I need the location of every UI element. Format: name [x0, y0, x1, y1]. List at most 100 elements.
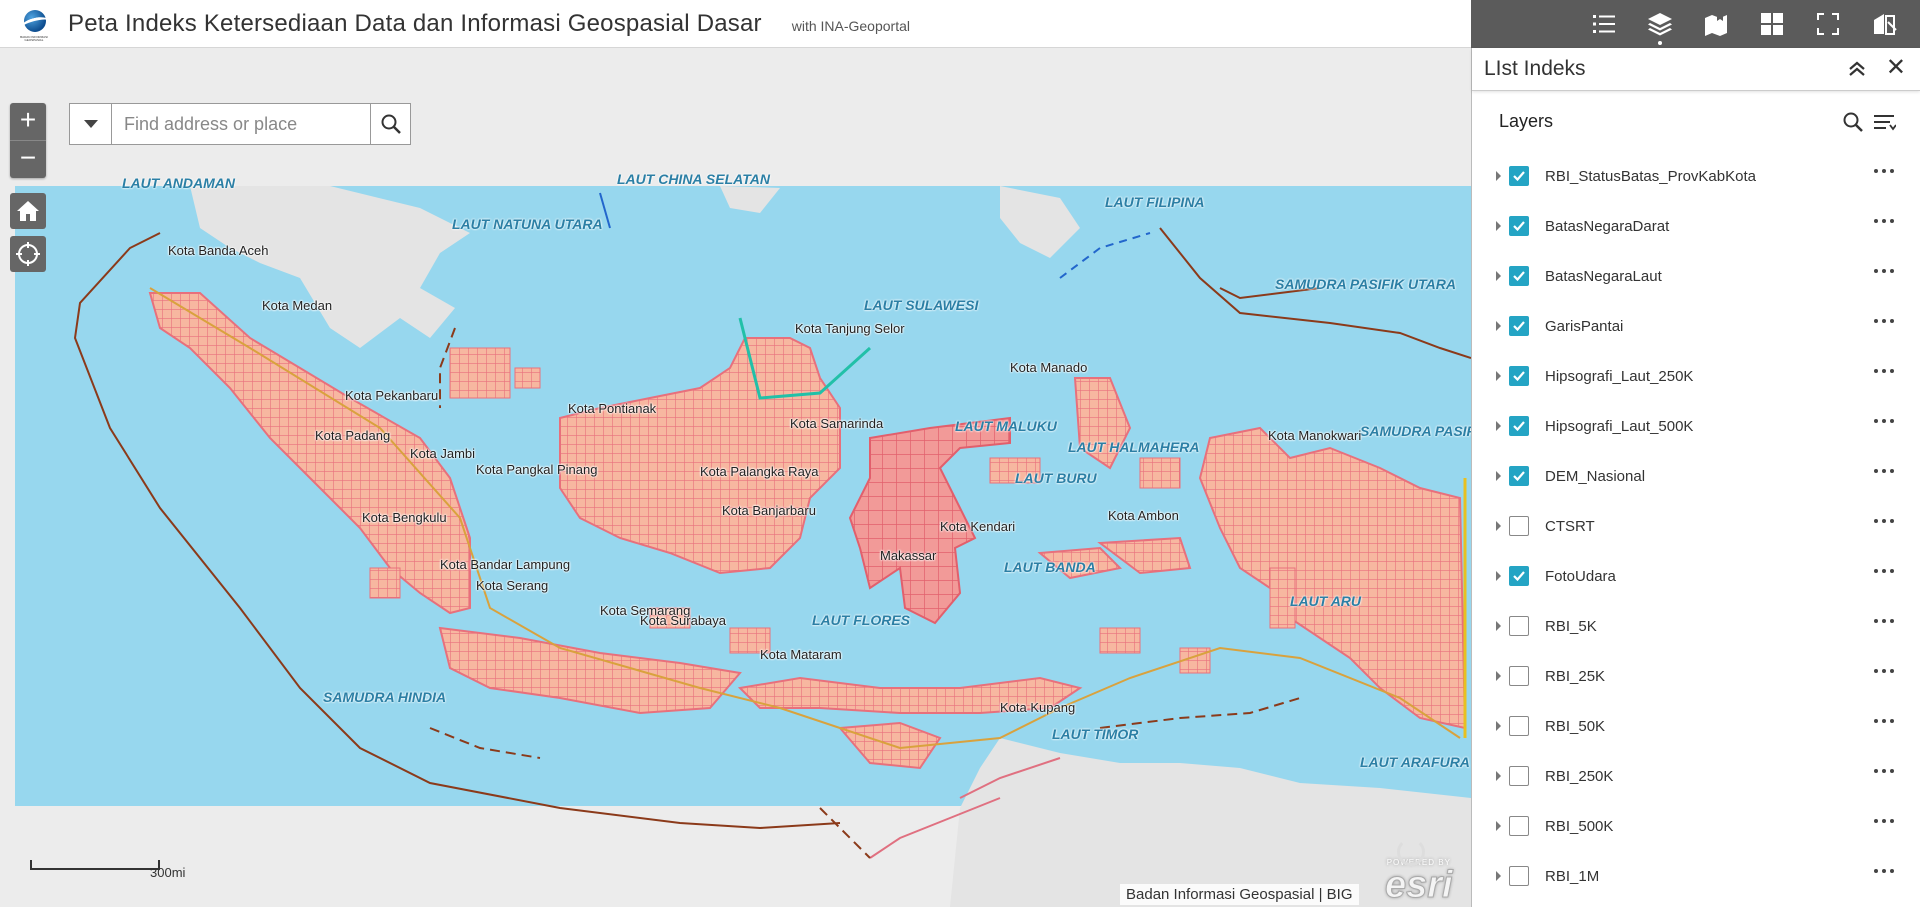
- more-options-icon[interactable]: [1874, 169, 1894, 173]
- layer-visibility-checkbox[interactable]: [1509, 316, 1529, 336]
- expand-caret-icon[interactable]: [1496, 221, 1501, 231]
- expand-caret-icon[interactable]: [1496, 421, 1501, 431]
- layer-visibility-checkbox[interactable]: [1509, 666, 1529, 686]
- more-options-icon[interactable]: [1874, 619, 1894, 623]
- layer-visibility-checkbox[interactable]: [1509, 566, 1529, 586]
- search-button[interactable]: [370, 104, 410, 144]
- layer-name: RBI_50K: [1545, 717, 1606, 735]
- search-source-dropdown[interactable]: [70, 104, 112, 144]
- expand-caret-icon[interactable]: [1496, 771, 1501, 781]
- layer-item[interactable]: RBI_50K: [1472, 701, 1920, 751]
- layer-visibility-checkbox[interactable]: [1509, 466, 1529, 486]
- more-options-icon[interactable]: [1874, 469, 1894, 473]
- layer-visibility-checkbox[interactable]: [1509, 366, 1529, 386]
- more-options-icon[interactable]: [1874, 819, 1894, 823]
- layer-visibility-checkbox[interactable]: [1509, 616, 1529, 636]
- ocean-label: LAUT SULAWESI: [864, 297, 979, 313]
- legend-list-button[interactable]: [1576, 0, 1632, 48]
- expand-caret-icon[interactable]: [1496, 621, 1501, 631]
- layer-name: RBI_500K: [1545, 817, 1614, 835]
- layer-name: RBI_5K: [1545, 617, 1597, 635]
- layer-item[interactable]: RBI_25K: [1472, 651, 1920, 701]
- layer-item[interactable]: GarisPantai: [1472, 301, 1920, 351]
- layer-item[interactable]: CTSRT: [1472, 501, 1920, 551]
- zoom-out-button[interactable]: −: [10, 141, 46, 178]
- layer-item[interactable]: Hipsografi_Laut_500K: [1472, 401, 1920, 451]
- layer-visibility-checkbox[interactable]: [1509, 166, 1529, 186]
- city-label: Kota Pekanbaru: [345, 388, 439, 403]
- expand-caret-icon[interactable]: [1496, 321, 1501, 331]
- ocean-label: LAUT ARAFURA: [1360, 754, 1470, 770]
- layer-item[interactable]: BatasNegaraDarat: [1472, 201, 1920, 251]
- layer-visibility-checkbox[interactable]: [1509, 216, 1529, 236]
- layer-item[interactable]: DEM_Nasional: [1472, 451, 1920, 501]
- my-location-button[interactable]: [10, 236, 46, 272]
- layer-visibility-checkbox[interactable]: [1509, 766, 1529, 786]
- scale-bar: [30, 860, 160, 870]
- layer-item[interactable]: FotoUdara: [1472, 551, 1920, 601]
- more-options-icon[interactable]: [1874, 219, 1894, 223]
- layer-visibility-checkbox[interactable]: [1509, 266, 1529, 286]
- zoom-control: + −: [10, 103, 46, 178]
- more-options-icon[interactable]: [1874, 669, 1894, 673]
- more-options-icon[interactable]: [1874, 319, 1894, 323]
- close-icon[interactable]: ✕: [1886, 56, 1906, 80]
- layer-name: Hipsografi_Laut_500K: [1545, 417, 1694, 435]
- options-menu-icon[interactable]: [1872, 111, 1896, 133]
- basemap-gallery-button[interactable]: [1744, 0, 1800, 48]
- layers-icon: [1648, 13, 1672, 36]
- expand-caret-icon[interactable]: [1496, 521, 1501, 531]
- more-options-icon[interactable]: [1874, 269, 1894, 273]
- more-options-icon[interactable]: [1874, 769, 1894, 773]
- ocean-label: LAUT BURU: [1015, 470, 1097, 486]
- expand-caret-icon[interactable]: [1496, 871, 1501, 881]
- layer-name: BatasNegaraLaut: [1545, 267, 1662, 285]
- expand-caret-icon[interactable]: [1496, 271, 1501, 281]
- layer-list-button[interactable]: [1632, 0, 1688, 48]
- expand-caret-icon[interactable]: [1496, 571, 1501, 581]
- expand-caret-icon[interactable]: [1496, 821, 1501, 831]
- layer-item[interactable]: RBI_500K: [1472, 801, 1920, 851]
- layer-name: RBI_250K: [1545, 767, 1614, 785]
- search-icon[interactable]: [1842, 111, 1864, 133]
- layer-visibility-checkbox[interactable]: [1509, 816, 1529, 836]
- city-label: Kota Mataram: [760, 647, 842, 662]
- expand-caret-icon[interactable]: [1496, 471, 1501, 481]
- expand-caret-icon[interactable]: [1496, 671, 1501, 681]
- city-label: Kota Surabaya: [640, 613, 727, 628]
- layer-item[interactable]: RBI_5K: [1472, 601, 1920, 651]
- print-button[interactable]: [1856, 0, 1912, 48]
- more-options-icon[interactable]: [1874, 419, 1894, 423]
- layer-item[interactable]: RBI_250K: [1472, 751, 1920, 801]
- layer-visibility-checkbox[interactable]: [1509, 866, 1529, 886]
- expand-caret-icon[interactable]: [1496, 171, 1501, 181]
- bookmark-map-icon: [1705, 13, 1727, 36]
- layer-visibility-checkbox[interactable]: [1509, 416, 1529, 436]
- zoom-in-button[interactable]: +: [10, 103, 46, 140]
- fullscreen-button[interactable]: [1800, 0, 1856, 48]
- more-options-icon[interactable]: [1874, 719, 1894, 723]
- ocean-label: LAUT FILIPINA: [1105, 194, 1205, 210]
- collapse-icon[interactable]: [1846, 58, 1868, 80]
- expand-caret-icon[interactable]: [1496, 371, 1501, 381]
- more-options-icon[interactable]: [1874, 369, 1894, 373]
- layer-visibility-checkbox[interactable]: [1509, 516, 1529, 536]
- layer-item[interactable]: Hipsografi_Laut_250K: [1472, 351, 1920, 401]
- search-input[interactable]: [112, 104, 370, 144]
- map-view[interactable]: LAUT ANDAMAN LAUT CHINA SELATAN LAUT NATUN…: [0, 48, 1471, 907]
- layer-item[interactable]: RBI_1M: [1472, 851, 1920, 901]
- home-icon: [17, 201, 39, 221]
- more-options-icon[interactable]: [1874, 569, 1894, 573]
- expand-caret-icon[interactable]: [1496, 721, 1501, 731]
- city-label: Kota Kupang: [1000, 700, 1076, 715]
- ocean-label: LAUT MALUKU: [955, 418, 1057, 434]
- layer-item[interactable]: RBI_StatusBatas_ProvKabKota: [1472, 151, 1920, 201]
- more-options-icon[interactable]: [1874, 519, 1894, 523]
- bookmark-button[interactable]: [1688, 0, 1744, 48]
- home-button[interactable]: [10, 193, 46, 229]
- more-options-icon[interactable]: [1874, 869, 1894, 873]
- layer-item[interactable]: BatasNegaraLaut: [1472, 251, 1920, 301]
- layer-visibility-checkbox[interactable]: [1509, 716, 1529, 736]
- chevron-down-icon: [83, 120, 98, 128]
- check-icon: [1513, 421, 1525, 432]
